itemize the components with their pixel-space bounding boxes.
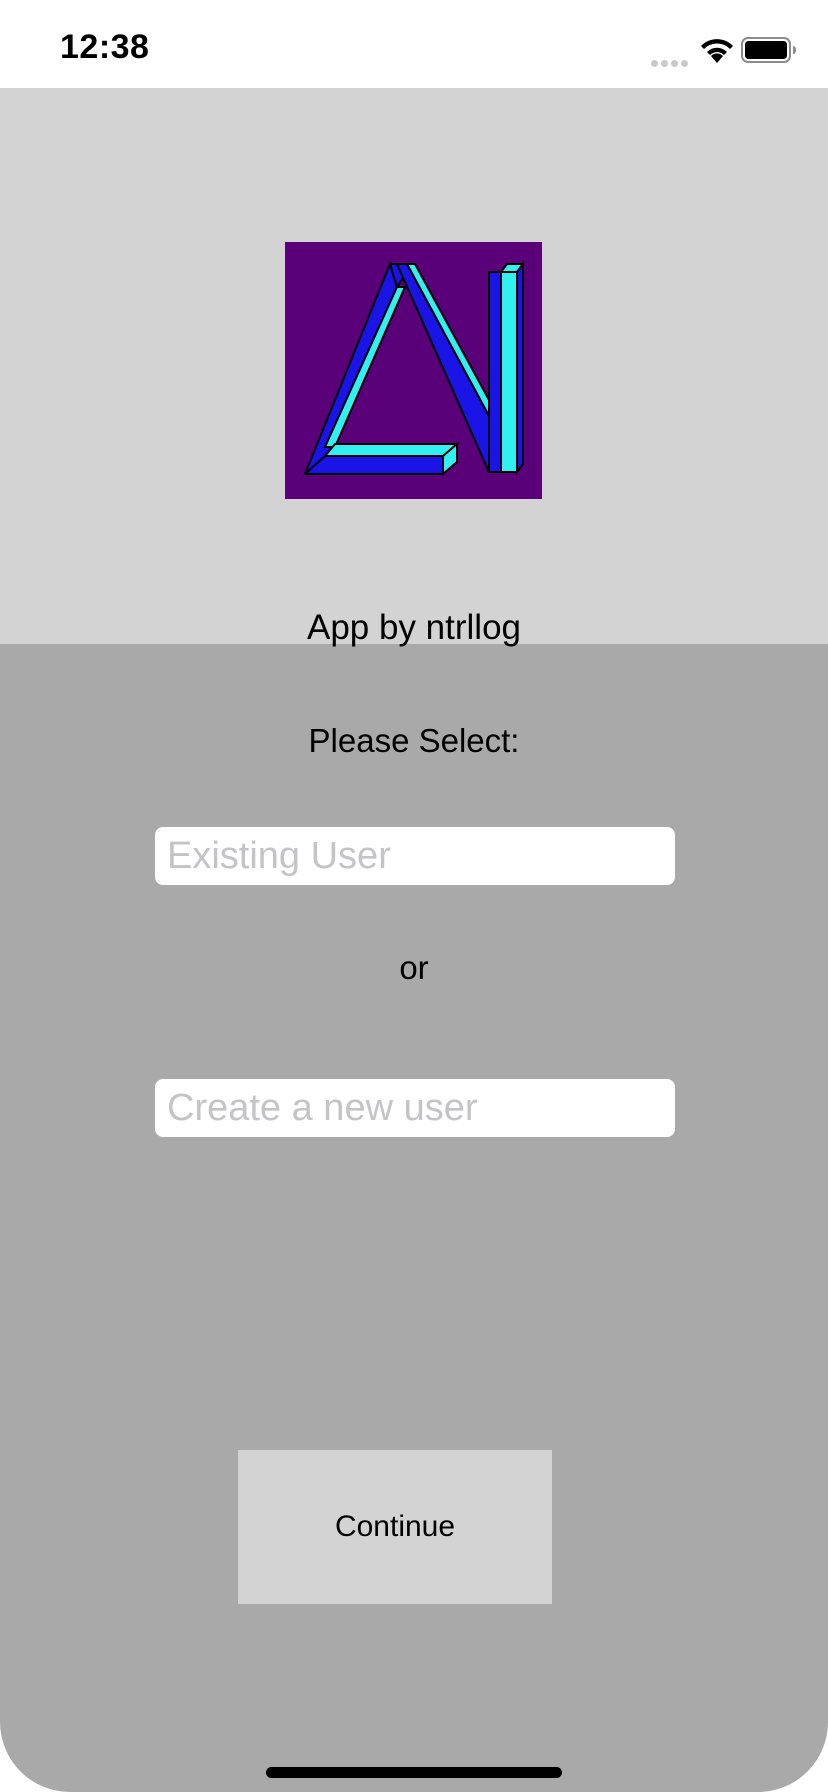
app-screen: 12:38 App by ntrllog Please Select: Exis…	[0, 0, 828, 1792]
please-select-label: Please Select:	[308, 722, 520, 759]
status-bar: 12:38	[0, 0, 828, 88]
battery-icon	[741, 37, 796, 63]
existing-user-field[interactable]	[155, 827, 675, 885]
app-credit: App by ntrllog	[306, 608, 522, 647]
status-time: 12:38	[60, 28, 150, 66]
continue-button[interactable]: Continue	[238, 1450, 552, 1604]
signal-dots-icon	[651, 54, 691, 72]
or-label: or	[399, 949, 429, 986]
triangle-logo-icon	[285, 242, 542, 499]
new-user-field[interactable]	[155, 1079, 675, 1137]
wifi-icon	[701, 39, 733, 63]
header: App by ntrllog	[0, 88, 828, 647]
home-indicator[interactable]	[266, 1767, 562, 1778]
